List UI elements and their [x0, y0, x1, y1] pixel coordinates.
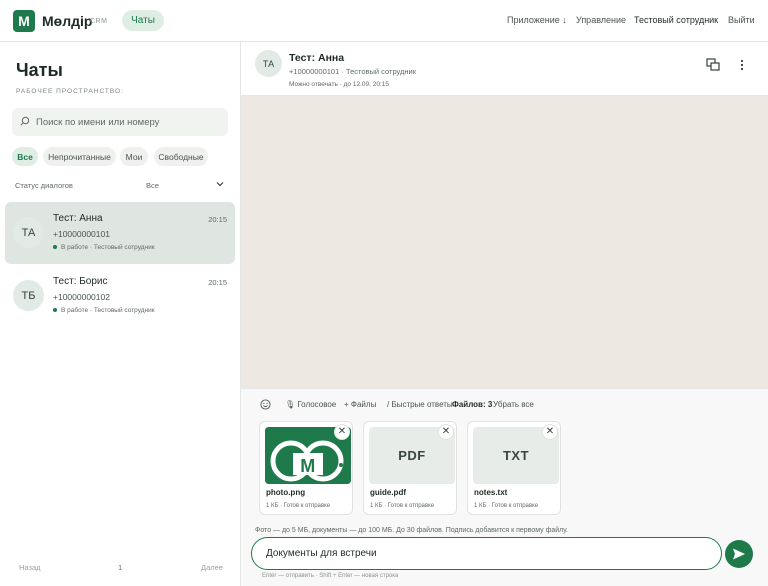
- avatar: ТА: [255, 50, 282, 77]
- voice-button[interactable]: 🎙 Голосовое: [285, 400, 336, 409]
- logo[interactable]: M: [13, 10, 35, 32]
- attachment-meta: 1 КБ · Готов к отправке: [370, 503, 435, 509]
- chat-status-text: В работе · Тестовый сотрудник: [61, 244, 155, 251]
- attachment-name: photo.png: [266, 488, 306, 497]
- brand-name: Мөлдір: [42, 13, 93, 29]
- send-icon: [733, 548, 745, 560]
- filter-unread[interactable]: Непрочитанные: [43, 147, 116, 166]
- brand-sub: CRM: [90, 18, 108, 25]
- svg-text:M: M: [300, 456, 316, 476]
- remove-attachment-button[interactable]: ✕: [438, 424, 454, 440]
- status-filter-select[interactable]: Все: [146, 181, 159, 190]
- attachment-card: TXT ✕ notes.txt 1 КБ · Готов к отправке: [467, 421, 561, 515]
- nav-user[interactable]: Тестовый сотрудник: [634, 15, 718, 25]
- remove-attachment-button[interactable]: ✕: [542, 424, 558, 440]
- filter-mine[interactable]: Мои: [120, 147, 148, 166]
- composer: 🎙 Голосовое + Файлы / Быстрые ответы Фай…: [241, 388, 768, 586]
- contact-name: Тест: Анна: [289, 52, 345, 64]
- message-area: [241, 96, 768, 388]
- avatar: ТА: [13, 217, 44, 248]
- add-files-button[interactable]: + Файлы: [344, 400, 376, 409]
- status-dot: [53, 245, 57, 250]
- switch-windows-icon[interactable]: [706, 58, 720, 72]
- chat-item-anna[interactable]: ТА Тест: Анна +10000000101 В работе · Те…: [5, 202, 235, 264]
- status-dot: [53, 308, 57, 313]
- filter-all[interactable]: Все: [12, 147, 38, 166]
- avatar: ТБ: [13, 280, 44, 311]
- attachment-name: notes.txt: [474, 488, 508, 497]
- contact-meta: +10000000101 · Тестовый сотрудник: [289, 67, 417, 76]
- nav-app-menu[interactable]: Приложение ↓: [507, 15, 567, 25]
- filter-free[interactable]: Свободные: [154, 147, 208, 166]
- chat-time: 20:15: [208, 215, 227, 224]
- pager-next[interactable]: Далее: [201, 563, 223, 572]
- tab-chats[interactable]: Чаты: [122, 10, 164, 31]
- remove-attachment-button[interactable]: ✕: [334, 424, 350, 440]
- attachment-name: guide.pdf: [370, 488, 406, 497]
- more-vertical-icon[interactable]: [735, 58, 749, 72]
- attachment-meta: 1 КБ · Готов к отправке: [474, 503, 539, 509]
- chat-name: Тест: Анна: [53, 213, 103, 224]
- search-box[interactable]: [12, 108, 228, 136]
- chevron-down-icon[interactable]: [216, 180, 224, 188]
- nav-manage[interactable]: Управление: [576, 15, 626, 25]
- attachment-card: PDF ✕ guide.pdf 1 КБ · Готов к отправке: [363, 421, 457, 515]
- attachment-meta: 1 КБ · Готов к отправке: [266, 503, 331, 509]
- chat-status-text: В работе · Тестовый сотрудник: [61, 307, 155, 314]
- search-input[interactable]: [36, 108, 224, 136]
- chat-time: 20:15: [208, 278, 227, 287]
- message-input[interactable]: [251, 537, 722, 570]
- attachment-card: M ✕ photo.png 1 КБ · Готов к отправке: [259, 421, 353, 515]
- chat-name: Тест: Борис: [53, 276, 108, 287]
- keyboard-hint: Enter — отправить · Shift + Enter — нова…: [262, 573, 399, 579]
- chat-item-boris[interactable]: ТБ Тест: Борис +10000000102 В работе · Т…: [5, 265, 235, 327]
- top-bar: M Мөлдір CRM Чаты Приложение ↓ Управлени…: [0, 0, 768, 42]
- emoji-icon[interactable]: [260, 399, 271, 410]
- quick-replies-button[interactable]: / Быстрые ответы: [387, 400, 453, 409]
- chat-phone: +10000000102: [53, 292, 110, 302]
- search-icon: [20, 116, 30, 126]
- pager-prev[interactable]: Назад: [19, 563, 41, 572]
- upload-limits-note: Фото — до 5 МБ, документы — до 100 МБ. Д…: [255, 527, 568, 534]
- logout-button[interactable]: Выйти: [728, 15, 755, 25]
- chat-status: В работе · Тестовый сотрудник: [53, 307, 155, 314]
- page-title: Чаты: [16, 60, 63, 80]
- status-filter-label: Статус диалогов: [15, 181, 73, 190]
- chat-sidebar: Чаты РАБОЧЕЕ ПРОСТРАНСТВО: Все Непрочита…: [0, 42, 241, 586]
- send-button[interactable]: [725, 540, 753, 568]
- workspace-label: РАБОЧЕЕ ПРОСТРАНСТВО:: [16, 88, 124, 95]
- chat-status: В работе · Тестовый сотрудник: [53, 244, 155, 251]
- conversation-header: ТА Тест: Анна +10000000101 · Тестовый со…: [241, 42, 768, 96]
- chat-phone: +10000000101: [53, 229, 110, 239]
- reply-window-note: Можно отвечать · до 12.09, 20:15: [289, 81, 389, 88]
- pager-page: 1: [118, 563, 123, 572]
- remove-all-button[interactable]: Убрать все: [493, 400, 534, 409]
- files-count: Файлов: 3: [452, 400, 493, 409]
